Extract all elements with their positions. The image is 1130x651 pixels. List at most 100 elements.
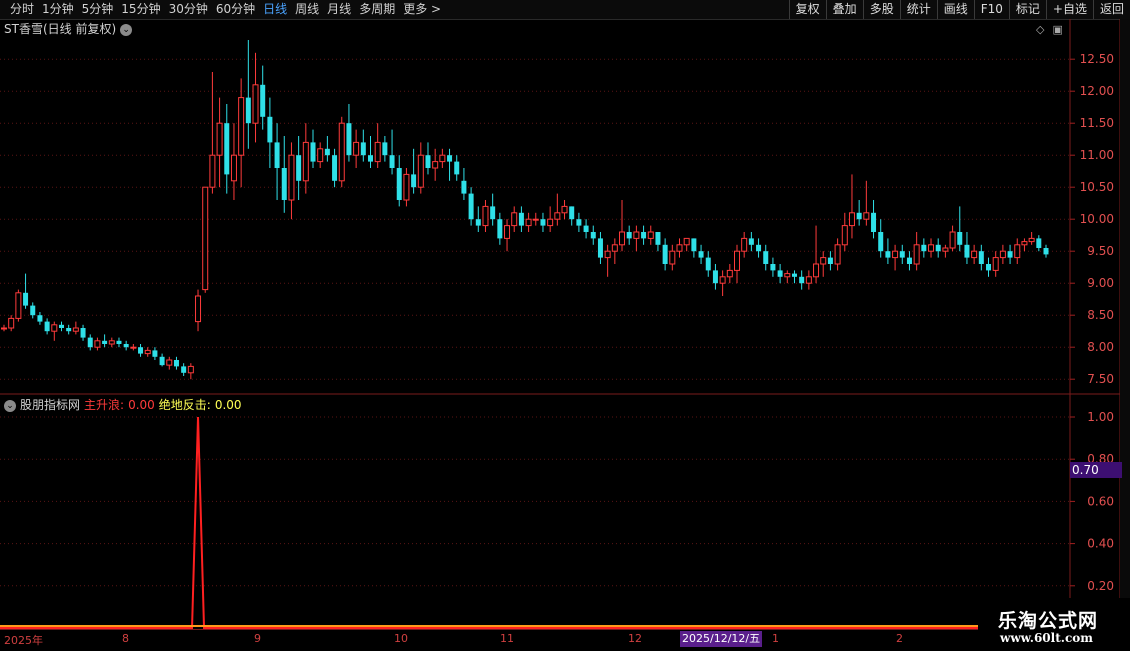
candle-body: [1007, 251, 1013, 258]
candle-body: [964, 244, 970, 258]
indicator-spike-line: [0, 416, 1070, 629]
price-axis-label: 12.50: [1080, 52, 1114, 66]
candle-body: [655, 232, 661, 245]
price-axis-label: 11.00: [1080, 148, 1114, 162]
candle-body: [138, 347, 144, 354]
date-axis: 2025/12/12/五 2025年 8 9 10 11 12 1 2: [0, 629, 1130, 651]
candle-body: [942, 247, 949, 252]
indicator-axis-label: 0.20: [1087, 579, 1114, 593]
chart-title[interactable]: ST香雪(日线 前复权) ⌄: [4, 22, 133, 37]
candle-body: [72, 327, 79, 332]
candle-body: [957, 232, 963, 245]
price-axis-label: 10.50: [1080, 180, 1114, 194]
candle-body: [159, 356, 165, 366]
candle-body: [878, 232, 884, 252]
candle-body: [1043, 248, 1049, 255]
candle-body: [425, 155, 431, 168]
candle-body: [978, 251, 984, 264]
candle-body: [403, 173, 410, 201]
candle-body: [532, 218, 539, 221]
candle-body: [949, 231, 956, 249]
price-axis-label: 10.00: [1080, 212, 1114, 226]
candle-body: [705, 257, 711, 271]
candle-body: [569, 206, 575, 220]
candle-body: [554, 212, 561, 220]
candle-body: [935, 244, 941, 252]
candle-body: [30, 305, 36, 316]
candle-body: [468, 193, 474, 220]
candle-body: [590, 232, 596, 239]
candle-body: [108, 340, 115, 345]
chevron-down-icon[interactable]: ⌄: [4, 399, 16, 412]
candle-body: [511, 212, 518, 227]
date-label: 8: [122, 632, 129, 645]
candle-body: [332, 155, 338, 181]
candle-body: [583, 225, 589, 232]
candle-body: [770, 264, 776, 271]
candle-body: [58, 324, 64, 328]
chart-canvas[interactable]: 7.508.008.509.009.5010.0010.5011.0011.50…: [0, 0, 1130, 650]
candle-body: [885, 251, 891, 258]
candle-body: [626, 232, 632, 239]
candle-body: [102, 340, 108, 344]
candle-body: [698, 251, 704, 258]
candle-body: [51, 324, 58, 332]
candle-body: [525, 218, 532, 227]
candle-body: [611, 244, 618, 252]
candle-body: [447, 155, 453, 162]
indicator-axis-label: 1.00: [1087, 410, 1114, 424]
price-axis-label: 8.00: [1087, 340, 1114, 354]
candle-body: [417, 154, 424, 188]
candle-body: [633, 231, 640, 239]
indicator-axis-label: 0.40: [1087, 537, 1114, 551]
candle-body: [561, 205, 568, 214]
candle-body: [691, 238, 697, 252]
date-label: 1: [772, 632, 779, 645]
date-label: 12: [628, 632, 642, 645]
candle-body: [576, 219, 582, 226]
candle-body: [540, 219, 546, 226]
candle-body: [741, 237, 748, 252]
candle-body: [863, 212, 870, 220]
candle-body: [1, 327, 7, 330]
right-side-panel: [1120, 19, 1130, 629]
date-cursor-label: 2025/12/12/五: [680, 631, 763, 647]
chevron-down-icon[interactable]: ⌄: [120, 23, 133, 36]
candle-body: [353, 141, 360, 156]
candle-body: [302, 141, 309, 182]
candle-body: [726, 269, 733, 278]
candle-body: [921, 244, 927, 252]
candle-body: [899, 251, 905, 258]
candle-body: [733, 250, 740, 271]
candle-body: [44, 321, 50, 332]
candle-body: [820, 257, 827, 265]
window-icon[interactable]: ▣: [1052, 23, 1062, 36]
candle-body: [23, 292, 29, 306]
diamond-icon[interactable]: ◇: [1036, 23, 1044, 36]
candle-body: [209, 154, 216, 188]
candle-body: [461, 180, 467, 194]
candle-body: [597, 238, 603, 258]
price-axis-label: 8.50: [1087, 308, 1114, 322]
line2-value: 0.00: [214, 398, 242, 412]
date-label: 2025年: [4, 634, 43, 647]
candle-body: [288, 154, 295, 201]
candle-body: [490, 206, 496, 220]
line1-value: 0.00: [128, 398, 155, 412]
indicator-axis-label: 0.60: [1087, 494, 1114, 508]
candle-body: [310, 142, 316, 162]
candle-body: [784, 273, 791, 278]
candle-body: [805, 276, 812, 284]
candle-body: [669, 250, 676, 265]
candle-body: [1021, 241, 1028, 246]
watermark-title: 乐淘公式网: [998, 610, 1099, 632]
candle-body: [719, 276, 726, 284]
candle-body: [37, 315, 43, 322]
candle-body: [841, 225, 848, 246]
candle-body: [274, 142, 280, 168]
indicator-title[interactable]: ⌄ 股朋指标网 主升浪: 0.00 绝地反击: 0.00: [4, 398, 242, 413]
candle-body: [662, 244, 668, 264]
candle-body: [482, 205, 489, 227]
candle-body: [245, 97, 251, 124]
candle-body: [777, 270, 783, 277]
